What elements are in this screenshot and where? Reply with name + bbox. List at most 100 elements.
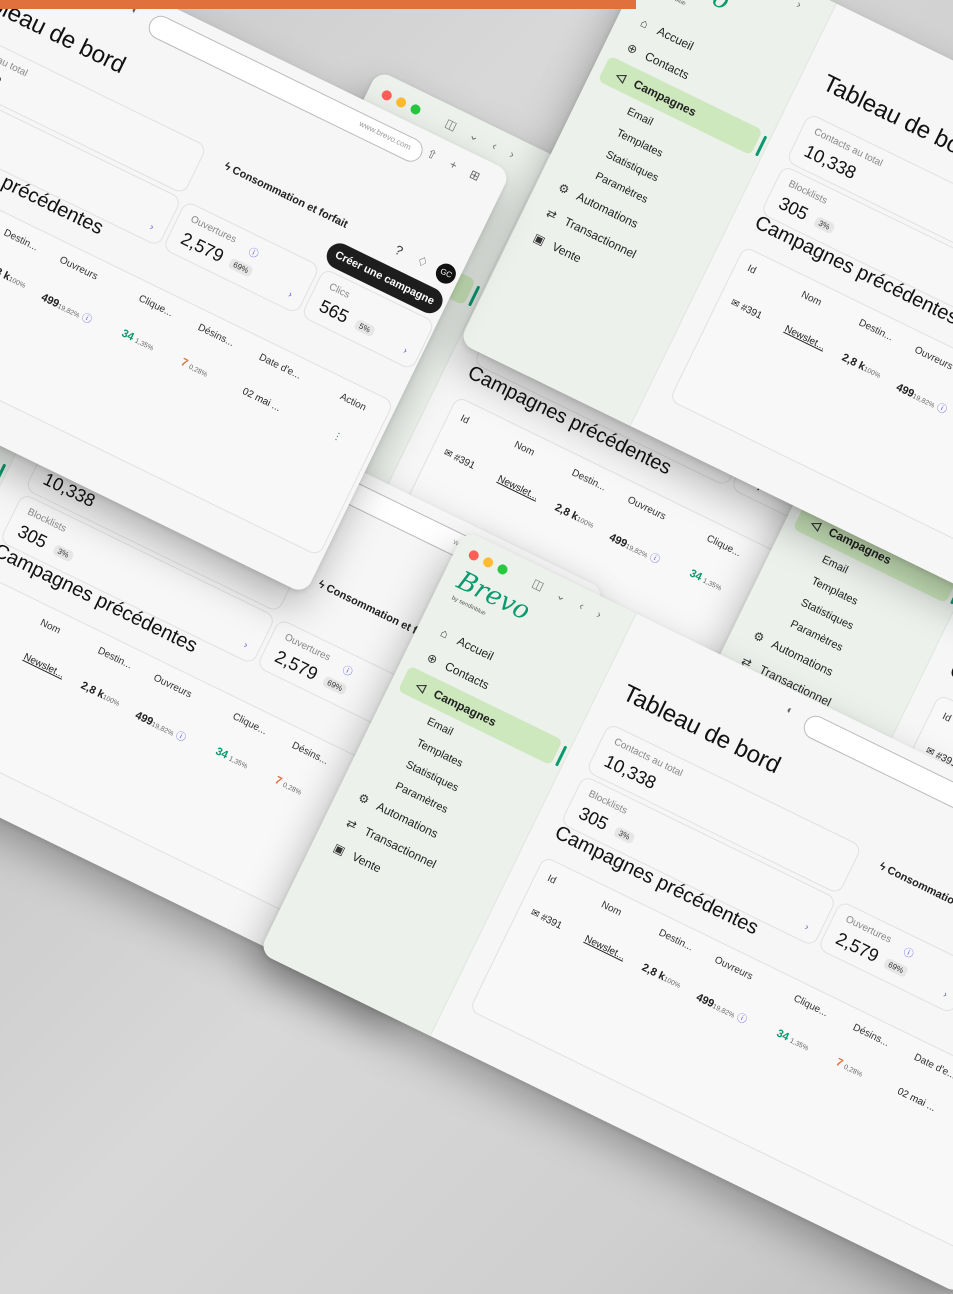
info-icon[interactable]: ⓘ	[648, 552, 662, 566]
column-header[interactable]: Id	[940, 711, 952, 725]
column-header[interactable]: Ouvreurs	[58, 255, 100, 283]
column-header[interactable]: Id	[745, 263, 757, 277]
notification-icon[interactable]: ♢	[414, 252, 431, 271]
column-header[interactable]: Ouvreurs	[913, 345, 953, 373]
minimize-dot-icon[interactable]	[394, 95, 408, 110]
consommation-link[interactable]: ϟ Consommation et forfait	[877, 860, 953, 930]
avatar[interactable]: GC	[432, 260, 460, 288]
logo-tagline: by sendinblue	[650, 0, 686, 7]
stat-percent-badge: 69%	[321, 675, 348, 696]
row-openers: 49919,82% ⓘ	[39, 291, 94, 327]
chevron-right-icon[interactable]: ›	[286, 289, 294, 300]
column-header[interactable]: Date d'e...	[257, 352, 303, 382]
info-icon[interactable]: ⓘ	[901, 943, 917, 960]
row-name[interactable]: Newslet...	[783, 324, 827, 353]
row-clicks: 34 1,35%	[213, 745, 249, 771]
column-header[interactable]: Date d'e...	[912, 1052, 953, 1082]
chevron-right-icon[interactable]: ›	[941, 989, 949, 1000]
stat-label: Contacts au total	[0, 36, 30, 80]
column-header[interactable]: Nom	[38, 617, 62, 636]
browser-nav-icons[interactable]: ◫ ⌄ ‹ ›	[730, 0, 809, 14]
column-header[interactable]: Clique...	[792, 993, 830, 1019]
column-header[interactable]: Clique...	[137, 293, 175, 319]
column-header[interactable]: Désins...	[196, 322, 236, 349]
row-recipients: 2,8 k100%	[78, 679, 121, 709]
automations-icon: ⚙	[750, 628, 767, 646]
info-icon[interactable]: ⓘ	[340, 661, 356, 678]
row-name[interactable]: Newslet...	[496, 474, 540, 503]
column-header[interactable]: Nom	[799, 289, 823, 308]
chevron-right-icon[interactable]: ›	[803, 922, 811, 933]
stat-percent-badge: 5%	[353, 318, 376, 338]
url-text: www.brevo.com	[357, 119, 413, 152]
stat-percent-badge: 69%	[227, 257, 254, 278]
row-unsubscribes: 7 0,28%	[272, 774, 303, 797]
column-header[interactable]: Destin...	[857, 317, 895, 343]
info-icon[interactable]: ⓘ	[174, 730, 188, 744]
row-recipients: 2,8 k100%	[839, 351, 882, 381]
contacts-icon: ⊕	[424, 650, 440, 668]
automations-icon: ⚙	[555, 180, 572, 198]
close-dot-icon[interactable]	[467, 548, 481, 563]
stat-percent-badge: 3%	[612, 825, 636, 845]
stat-percent-badge: 3%	[51, 543, 75, 563]
row-date: 02 mai ...	[895, 1086, 938, 1115]
consommation-link[interactable]: ϟ Consommation et forfait	[222, 160, 349, 230]
column-header[interactable]: Clique...	[231, 711, 269, 737]
row-name[interactable]: Newslet...	[22, 652, 66, 681]
column-header[interactable]: Nom	[599, 899, 623, 918]
column-header[interactable]: Destin...	[657, 927, 695, 953]
maximize-dot-icon[interactable]	[495, 562, 510, 577]
column-header[interactable]: Clique...	[705, 533, 743, 559]
column-header[interactable]: Destin...	[96, 645, 134, 671]
column-header[interactable]: Action	[338, 391, 368, 413]
column-header[interactable]: Nom	[512, 439, 536, 458]
column-header[interactable]: Ouvreurs	[152, 673, 194, 701]
transactional-icon: ⇄	[344, 815, 360, 833]
row-unsubscribes: 7 0,28%	[178, 356, 209, 379]
automations-icon: ⚙	[355, 790, 372, 808]
row-id: ✉ #391	[728, 297, 764, 322]
info-icon[interactable]: ⓘ	[80, 312, 94, 326]
column-header[interactable]: Destin...	[2, 227, 40, 253]
column-header[interactable]: Ouvreurs	[713, 955, 755, 983]
sales-icon: ▣	[331, 840, 348, 859]
chevron-right-icon[interactable]: ›	[401, 345, 409, 356]
transactional-icon: ⇄	[544, 205, 560, 223]
shield-icon: ◐	[784, 703, 796, 718]
row-clicks: 34 1,35%	[774, 1027, 810, 1053]
stat-percent-badge: 69%	[882, 957, 909, 978]
column-header[interactable]: Désins...	[851, 1022, 891, 1049]
minimize-dot-icon[interactable]	[481, 555, 495, 570]
send-icon: ◁	[613, 68, 629, 85]
info-icon[interactable]: ⓘ	[935, 402, 949, 416]
brevo-logo[interactable]: Brevo	[652, 0, 735, 17]
column-header[interactable]: Ouvreurs	[626, 495, 668, 523]
row-action-menu-icon[interactable]: ⋮	[330, 430, 344, 444]
row-openers: 49919,82% ⓘ	[133, 709, 188, 745]
row-id: ✉ #391	[528, 907, 564, 932]
row-clicks: 34 1,35%	[119, 327, 155, 353]
info-icon[interactable]: ⓘ	[735, 1012, 749, 1026]
close-dot-icon[interactable]	[380, 88, 394, 103]
sidebar-item-label: Vente	[549, 239, 584, 266]
stat-card-ouvertures[interactable]: Ouvertures ⓘ 2,579 69% ›	[162, 200, 321, 315]
row-recipients: 2,8 k100%	[0, 261, 27, 291]
column-header[interactable]: Destin...	[570, 467, 608, 493]
help-icon[interactable]: ?	[392, 242, 405, 259]
row-name[interactable]: Newslet...	[583, 934, 627, 963]
stat-card-ouvertures[interactable]: Ouvertures ⓘ 2,579 69% ›	[817, 900, 953, 1015]
contacts-icon: ⊕	[624, 40, 640, 58]
row-clicks: 34 1,35%	[687, 567, 723, 593]
maximize-dot-icon[interactable]	[408, 102, 423, 117]
brevo-logo[interactable]: Brevo	[452, 566, 535, 627]
send-icon: ◁	[413, 678, 429, 695]
column-header[interactable]: Id	[458, 413, 470, 427]
column-header[interactable]: Id	[545, 873, 557, 887]
info-icon[interactable]: ⓘ	[246, 243, 262, 260]
row-openers: 49919,82% ⓘ	[894, 381, 949, 417]
row-id: ✉ #391	[441, 447, 477, 472]
chevron-right-icon[interactable]: ›	[242, 640, 250, 651]
chevron-right-icon[interactable]: ›	[148, 222, 156, 233]
column-header[interactable]: Désins...	[290, 740, 330, 767]
